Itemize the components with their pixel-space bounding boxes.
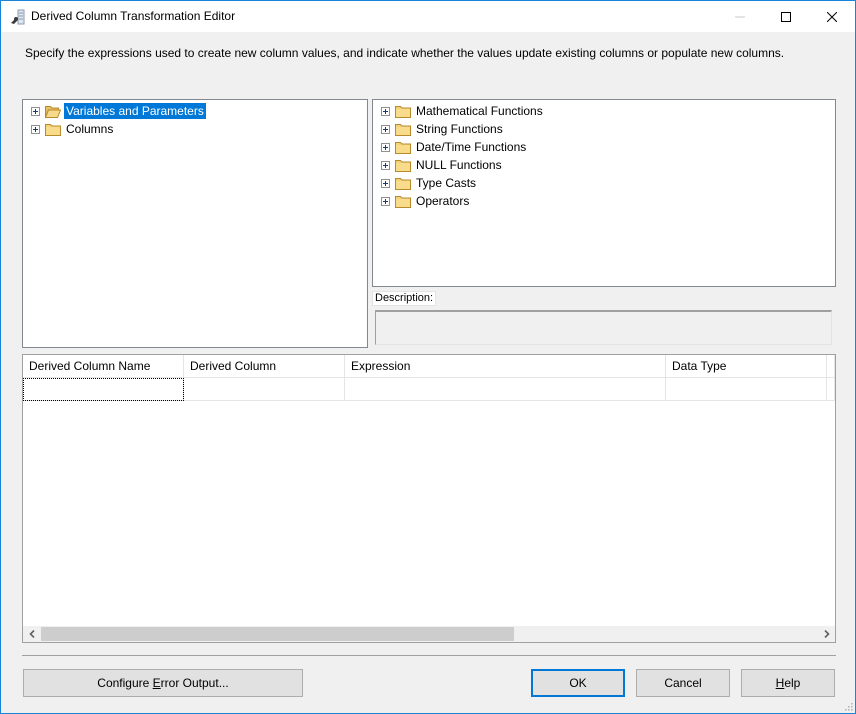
button-mnemonic: E <box>152 676 161 690</box>
functions-tree[interactable]: Mathematical Functions String Functions … <box>372 99 836 287</box>
folder-icon <box>395 195 411 208</box>
expand-icon[interactable] <box>381 160 390 170</box>
close-button[interactable] <box>809 1 855 32</box>
tree-item-date-time-functions[interactable]: Date/Time Functions <box>381 138 528 156</box>
grid-header: Derived Column Name Derived Column Expre… <box>23 355 835 378</box>
tree-item-string-functions[interactable]: String Functions <box>381 120 505 138</box>
maximize-button[interactable] <box>763 1 809 32</box>
configure-error-output-button[interactable]: Configure Error Output... <box>23 669 303 697</box>
button-label-suffix: elp <box>784 676 801 690</box>
tree-item-null-functions[interactable]: NULL Functions <box>381 156 504 174</box>
column-header-length[interactable]: L <box>827 355 835 378</box>
tree-label: Type Casts <box>416 176 477 190</box>
tree-item-mathematical-functions[interactable]: Mathematical Functions <box>381 102 545 120</box>
tree-label: Date/Time Functions <box>416 140 527 154</box>
folder-icon <box>395 123 411 136</box>
folder-icon <box>395 141 411 154</box>
app-icon <box>11 9 25 25</box>
maximize-icon <box>781 11 791 22</box>
tree-item-operators[interactable]: Operators <box>381 192 471 210</box>
derived-columns-grid[interactable]: Derived Column Name Derived Column Expre… <box>22 354 836 643</box>
cancel-button[interactable]: Cancel <box>636 669 730 697</box>
scroll-right-button[interactable] <box>818 626 835 642</box>
cell-derived-column-name[interactable] <box>23 378 184 401</box>
tree-label: Operators <box>416 194 470 208</box>
folder-open-icon <box>45 105 61 118</box>
tree-label: NULL Functions <box>416 158 502 172</box>
close-icon <box>827 11 837 22</box>
chevron-right-icon <box>823 630 830 638</box>
cell-length[interactable] <box>827 378 835 401</box>
minimize-button[interactable] <box>717 1 763 32</box>
button-label-suffix: rror Output... <box>160 676 229 690</box>
tree-label: Variables and Parameters <box>64 103 206 119</box>
tree-item-variables-and-parameters[interactable]: Variables and Parameters <box>31 102 206 120</box>
column-header-derived-column[interactable]: Derived Column <box>184 355 345 378</box>
instructions-text: Specify the expressions used to create n… <box>25 46 785 60</box>
separator <box>22 655 836 656</box>
title-bar: Derived Column Transformation Editor <box>1 1 855 32</box>
chevron-left-icon <box>28 630 35 638</box>
column-header-derived-column-name[interactable]: Derived Column Name <box>23 355 184 378</box>
expand-icon[interactable] <box>381 106 390 116</box>
folder-icon <box>395 177 411 190</box>
folder-icon <box>395 105 411 118</box>
expand-icon[interactable] <box>31 124 40 134</box>
scroll-left-button[interactable] <box>23 626 40 642</box>
expand-icon[interactable] <box>31 106 40 116</box>
folder-icon <box>395 159 411 172</box>
column-header-expression[interactable]: Expression <box>345 355 666 378</box>
button-label-prefix: Configure <box>97 676 153 690</box>
cell-derived-column[interactable] <box>184 378 345 401</box>
minimize-icon <box>735 16 745 17</box>
expand-icon[interactable] <box>381 142 390 152</box>
variables-columns-tree[interactable]: Variables and Parameters Columns <box>22 99 368 348</box>
horizontal-scrollbar[interactable] <box>23 626 835 642</box>
expand-icon[interactable] <box>381 178 390 188</box>
table-row[interactable] <box>23 378 835 401</box>
cell-expression[interactable] <box>345 378 666 401</box>
expand-icon[interactable] <box>381 196 390 206</box>
cell-data-type[interactable] <box>666 378 827 401</box>
tree-label: String Functions <box>416 122 503 136</box>
column-header-data-type[interactable]: Data Type <box>666 355 827 378</box>
window-title: Derived Column Transformation Editor <box>31 9 236 23</box>
resize-grip-icon[interactable] <box>843 701 853 711</box>
expand-icon[interactable] <box>381 124 390 134</box>
tree-label: Columns <box>66 122 114 136</box>
tree-item-type-casts[interactable]: Type Casts <box>381 174 478 192</box>
help-button[interactable]: Help <box>741 669 835 697</box>
tree-label: Mathematical Functions <box>416 104 543 118</box>
description-box <box>375 310 832 345</box>
tree-item-columns[interactable]: Columns <box>31 120 115 138</box>
button-mnemonic: H <box>775 676 785 690</box>
derived-column-editor-window: Derived Column Transformation Editor Spe… <box>0 0 856 714</box>
description-label: Description: <box>372 291 436 306</box>
folder-icon <box>45 123 61 136</box>
scrollbar-thumb[interactable] <box>41 627 514 641</box>
ok-button[interactable]: OK <box>531 669 625 697</box>
